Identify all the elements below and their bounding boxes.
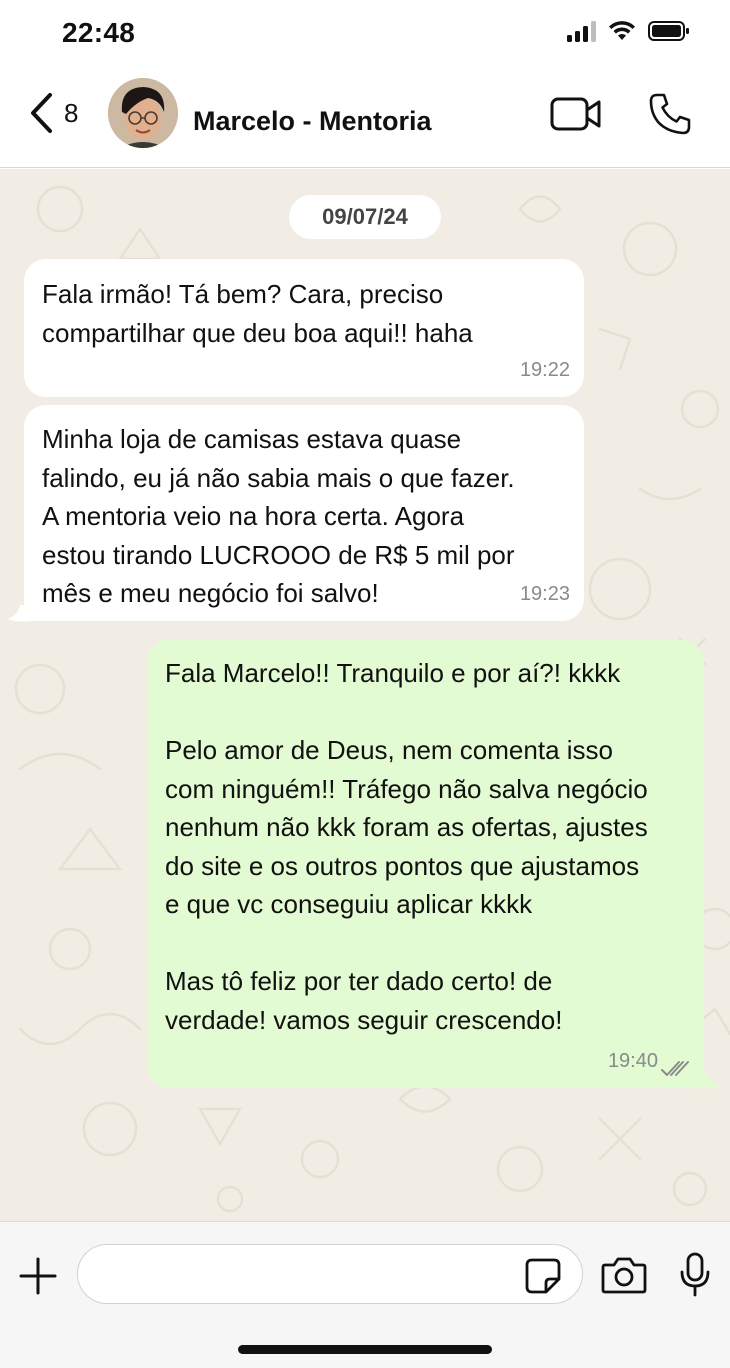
status-time: 22:48 [62, 17, 136, 48]
microphone-button[interactable] [678, 1252, 712, 1303]
voice-call-button[interactable] [648, 92, 692, 141]
plus-icon [19, 1257, 57, 1295]
status-bar: 22:48 [0, 0, 730, 70]
camera-icon [601, 1257, 647, 1294]
message-bubble-incoming[interactable]: Fala irmão! Tá bem? Cara, preciso compar… [24, 259, 584, 397]
video-call-button[interactable] [550, 96, 602, 137]
sticker-icon [525, 1258, 561, 1294]
cellular-signal-icon [567, 20, 596, 42]
home-indicator[interactable] [238, 1345, 492, 1354]
message-time: 19:23 [519, 582, 570, 605]
double-check-icon [661, 1061, 689, 1076]
phone-icon [649, 93, 691, 135]
chat-header: 8 Marcelo - Mentoria [0, 70, 730, 168]
message-text: Fala irmão! Tá bem? Cara, preciso compar… [42, 279, 473, 348]
camera-button[interactable] [601, 1256, 647, 1299]
battery-icon [648, 21, 689, 41]
message-list[interactable]: 09/07/24 Fala irmão! Tá bem? Cara, preci… [0, 169, 730, 1221]
message-time: 19:40 [607, 1049, 658, 1072]
message-text: Fala Marcelo!! Tranquilo e por aí?! kkkk… [165, 658, 648, 1035]
message-bubble-outgoing[interactable]: Fala Marcelo!! Tranquilo e por aí?! kkkk… [147, 640, 704, 1088]
chevron-left-icon [31, 93, 52, 133]
unread-count: 8 [64, 97, 79, 128]
date-separator: 09/07/24 [289, 195, 441, 239]
contact-photo [108, 78, 178, 148]
status-icons [567, 20, 690, 42]
microphone-icon [680, 1252, 710, 1297]
message-input[interactable] [77, 1244, 583, 1304]
composer-bar [0, 1221, 730, 1368]
contact-name[interactable]: Marcelo - Mentoria [193, 106, 432, 137]
message-text: Minha loja de camisas estava quase falin… [42, 424, 515, 608]
wifi-icon [609, 21, 635, 40]
message-bubble-incoming[interactable]: Minha loja de camisas estava quase falin… [24, 405, 584, 621]
sticker-button[interactable] [524, 1257, 562, 1300]
video-camera-icon [550, 97, 601, 131]
back-button[interactable]: 8 [28, 92, 78, 134]
message-time: 19:22 [519, 358, 570, 381]
attach-button[interactable] [18, 1256, 58, 1301]
avatar[interactable] [108, 78, 178, 148]
